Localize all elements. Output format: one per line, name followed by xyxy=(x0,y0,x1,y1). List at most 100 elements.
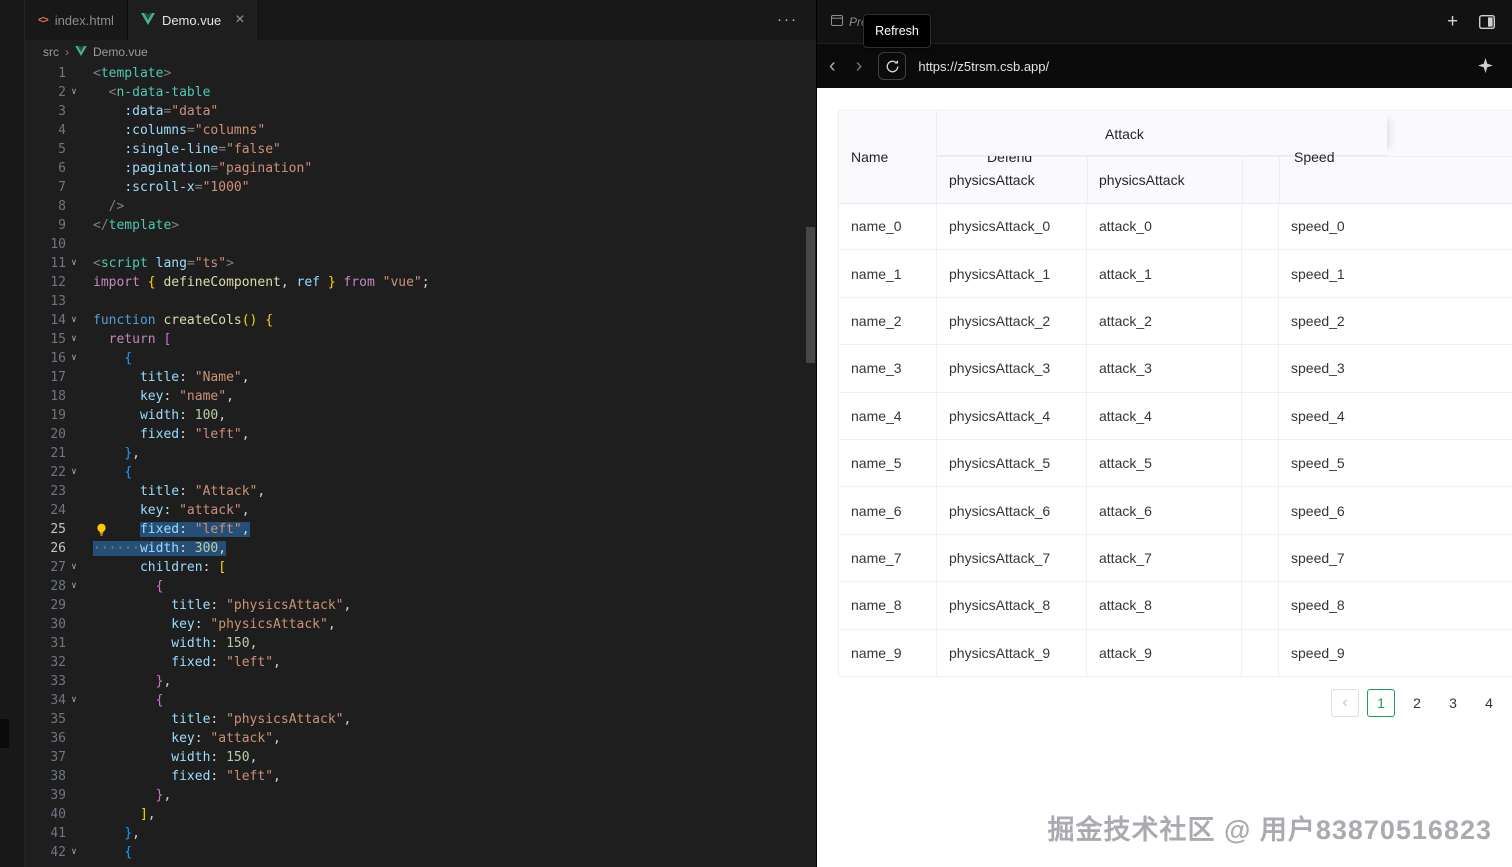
code-line-27[interactable]: 27 ∨ children: [ xyxy=(25,558,816,577)
fold-chevron-icon[interactable]: ∨ xyxy=(66,463,82,482)
code-line-22[interactable]: 22 ∨ { xyxy=(25,463,816,482)
code-text: :single-line="false" xyxy=(124,142,281,157)
code-line-1[interactable]: 1 <template> xyxy=(25,64,816,83)
code-line-39[interactable]: 39 }, xyxy=(25,786,816,805)
code-line-15[interactable]: 15 ∨ return [ xyxy=(25,330,816,349)
code-line-34[interactable]: 34 ∨ { xyxy=(25,691,816,710)
forward-icon[interactable]: › xyxy=(856,56,863,76)
breadcrumb-file[interactable]: Demo.vue xyxy=(93,45,148,59)
cell-attack: attack_9 xyxy=(1087,629,1242,676)
refresh-button[interactable] xyxy=(878,52,907,80)
close-tab-icon[interactable]: × xyxy=(235,12,244,28)
code-line-28[interactable]: 28 ∨ { xyxy=(25,577,816,596)
gutter-spacer xyxy=(66,140,82,159)
code-line-23[interactable]: 23 title: "Attack", xyxy=(25,482,816,501)
code-line-10[interactable]: 10 xyxy=(25,235,816,254)
code-line-25[interactable]: 25 fixed: "left", xyxy=(25,520,816,539)
code-line-7[interactable]: 7 :scroll-x="1000" xyxy=(25,178,816,197)
code-line-11[interactable]: 11 ∨ <script lang="ts"> xyxy=(25,254,816,273)
preview-content: Defend physicsAttack physicsAttack Attac… xyxy=(817,88,1512,867)
fold-chevron-icon[interactable]: ∨ xyxy=(66,83,82,102)
code-editor[interactable]: 1 <template> 2 ∨ <n-data-table 3 :data="data… xyxy=(25,63,816,867)
code-line-35[interactable]: 35 title: "physicsAttack", xyxy=(25,710,816,729)
pagination-page-2[interactable]: 2 xyxy=(1403,689,1431,717)
code-line-32[interactable]: 32 fixed: "left", xyxy=(25,653,816,672)
sparkle-icon[interactable] xyxy=(1478,58,1493,78)
fold-chevron-icon[interactable]: ∨ xyxy=(66,349,82,368)
code-line-4[interactable]: 4 :columns="columns" xyxy=(25,121,816,140)
code-line-8[interactable]: 8 /> xyxy=(25,197,816,216)
editor-panel: <> index.html Demo.vue × ··· src › Demo.… xyxy=(25,0,816,867)
code-line-6[interactable]: 6 :pagination="pagination" xyxy=(25,159,816,178)
split-view-icon[interactable] xyxy=(1479,0,1495,44)
column-header-speed: Speed xyxy=(1294,149,1335,165)
line-number: 11 xyxy=(50,256,66,271)
cell-attack: attack_0 xyxy=(1087,203,1242,250)
line-number: 6 xyxy=(58,161,66,176)
code-line-14[interactable]: 14 ∨ function createCols() { xyxy=(25,311,816,330)
fold-chevron-icon[interactable]: ∨ xyxy=(66,843,82,862)
code-line-30[interactable]: 30 key: "physicsAttack", xyxy=(25,615,816,634)
editor-scrollbar[interactable] xyxy=(806,63,815,866)
pagination-page-1[interactable]: 1 xyxy=(1367,689,1395,717)
line-number: 37 xyxy=(50,750,66,765)
cell-empty xyxy=(1242,534,1279,582)
breadcrumb[interactable]: src › Demo.vue xyxy=(25,40,816,63)
line-number: 30 xyxy=(50,617,66,632)
back-icon[interactable]: ‹ xyxy=(829,56,836,76)
code-text: /> xyxy=(108,199,125,214)
more-actions-icon[interactable]: ··· xyxy=(777,11,798,28)
code-line-31[interactable]: 31 width: 150, xyxy=(25,634,816,653)
line-number: 40 xyxy=(50,807,66,822)
code-line-3[interactable]: 3 :data="data" xyxy=(25,102,816,121)
code-line-33[interactable]: 33 }, xyxy=(25,672,816,691)
lightbulb-icon[interactable] xyxy=(95,523,108,536)
code-line-13[interactable]: 13 xyxy=(25,292,816,311)
code-line-20[interactable]: 20 fixed: "left", xyxy=(25,425,816,444)
code-line-29[interactable]: 29 title: "physicsAttack", xyxy=(25,596,816,615)
line-number: 28 xyxy=(50,579,66,594)
fold-chevron-icon[interactable]: ∨ xyxy=(66,577,82,596)
pagination-page-4[interactable]: 4 xyxy=(1475,689,1503,717)
code-line-17[interactable]: 17 title: "Name", xyxy=(25,368,816,387)
code-line-40[interactable]: 40 ], xyxy=(25,805,816,824)
fold-chevron-icon[interactable]: ∨ xyxy=(66,691,82,710)
line-number: 12 xyxy=(50,275,66,290)
tab-demo-vue[interactable]: Demo.vue × xyxy=(127,0,259,40)
cell-speed: speed_1 xyxy=(1291,265,1345,282)
code-line-42[interactable]: 42 ∨ { xyxy=(25,843,816,862)
code-line-9[interactable]: 9 </template> xyxy=(25,216,816,235)
code-line-21[interactable]: 21 }, xyxy=(25,444,816,463)
cell-physicsAttack: physicsAttack_1 xyxy=(937,250,1087,297)
fold-chevron-icon[interactable]: ∨ xyxy=(66,558,82,577)
cell-empty xyxy=(1242,203,1279,250)
breadcrumb-root[interactable]: src xyxy=(43,45,59,59)
gutter-spacer xyxy=(66,615,82,634)
url-text[interactable]: https://z5trsm.csb.app/ xyxy=(918,59,1049,74)
code-line-18[interactable]: 18 key: "name", xyxy=(25,387,816,406)
code-line-19[interactable]: 19 width: 100, xyxy=(25,406,816,425)
scrollbar-thumb[interactable] xyxy=(806,227,815,363)
pagination-prev-button[interactable]: ‹ xyxy=(1331,689,1359,717)
line-number: 18 xyxy=(50,389,66,404)
code-line-24[interactable]: 24 key: "attack", xyxy=(25,501,816,520)
code-line-36[interactable]: 36 key: "attack", xyxy=(25,729,816,748)
code-line-37[interactable]: 37 width: 150, xyxy=(25,748,816,767)
preview-panel: Preview Refresh + ‹ › https://z5trsm.csb… xyxy=(816,0,1512,867)
code-line-2[interactable]: 2 ∨ <n-data-table xyxy=(25,83,816,102)
code-line-5[interactable]: 5 :single-line="false" xyxy=(25,140,816,159)
fold-chevron-icon[interactable]: ∨ xyxy=(66,254,82,273)
code-line-16[interactable]: 16 ∨ { xyxy=(25,349,816,368)
code-line-41[interactable]: 41 }, xyxy=(25,824,816,843)
vue-file-icon xyxy=(141,12,155,28)
cell-empty xyxy=(1242,629,1279,676)
code-line-12[interactable]: 12 import { defineComponent, ref } from "… xyxy=(25,273,816,292)
code-line-38[interactable]: 38 fixed: "left", xyxy=(25,767,816,786)
new-tab-icon[interactable]: + xyxy=(1447,0,1458,44)
tab-index-html[interactable]: <> index.html xyxy=(25,0,128,40)
pagination-page-3[interactable]: 3 xyxy=(1439,689,1467,717)
code-line-26[interactable]: 26 ······width: 300, xyxy=(25,539,816,558)
fold-chevron-icon[interactable]: ∨ xyxy=(66,311,82,330)
fold-chevron-icon[interactable]: ∨ xyxy=(66,330,82,349)
